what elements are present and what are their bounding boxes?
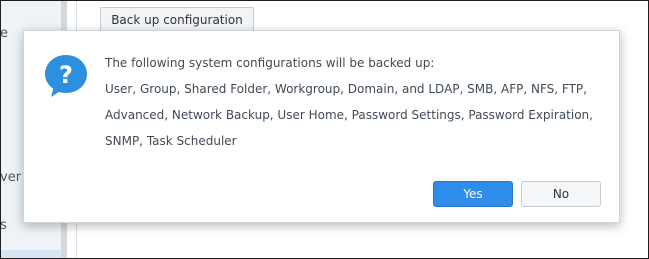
dialog-message-line: SNMP, Task Scheduler <box>105 134 237 148</box>
sidebar-item-fragment[interactable]: e <box>1 26 8 41</box>
yes-button[interactable]: Yes <box>433 181 513 207</box>
dialog-message-line: Advanced, Network Backup, User Home, Pas… <box>105 108 593 122</box>
no-button[interactable]: No <box>521 181 601 207</box>
question-icon: ? <box>45 55 87 97</box>
confirm-dialog: ? The following system configurations wi… <box>23 30 620 223</box>
app-window: e ver s Back up configuration ? The foll… <box>0 0 649 259</box>
dialog-message-line: User, Group, Shared Folder, Workgroup, D… <box>105 82 587 96</box>
dialog-message-heading: The following system configurations will… <box>105 56 435 70</box>
sidebar-selected-item[interactable] <box>1 250 61 258</box>
sidebar-item-fragment[interactable]: s <box>1 218 7 233</box>
svg-text:?: ? <box>59 61 73 89</box>
sidebar-item-fragment[interactable]: ver <box>1 170 21 185</box>
